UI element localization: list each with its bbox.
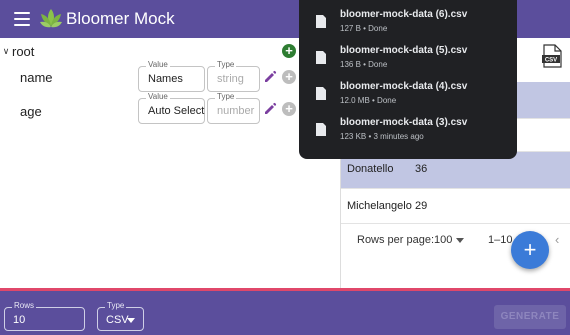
hamburger-menu-icon[interactable] — [14, 12, 30, 26]
bottom-bar: Rows 10 Type CSV GENERATE — [0, 288, 570, 335]
download-item[interactable]: bloomer-mock-data (5).csv 136 B • Done — [299, 40, 517, 76]
file-icon — [316, 51, 326, 64]
table-row: Michelangelo 29 — [341, 189, 570, 225]
caret-down-icon — [127, 318, 135, 323]
download-item[interactable]: bloomer-mock-data (4).csv 12.0 MB • Done — [299, 76, 517, 112]
value-field[interactable]: Value Names — [138, 60, 205, 92]
row-divider — [341, 223, 570, 224]
root-label: root — [12, 43, 35, 59]
add-field-button[interactable]: + — [282, 102, 296, 116]
lotus-logo-icon — [40, 9, 62, 28]
rows-per-page-select[interactable]: 100 — [434, 234, 465, 246]
download-item[interactable]: bloomer-mock-data (3).csv 123 KB • 3 min… — [299, 112, 517, 148]
field-name-label: name — [20, 70, 53, 85]
download-item[interactable]: bloomer-mock-data (6).csv 127 B • Done — [299, 4, 517, 40]
app-title: Bloomer Mock — [66, 9, 175, 28]
age-cell: 29 — [415, 200, 428, 212]
age-cell: 36 — [415, 163, 428, 175]
downloads-panel: bloomer-mock-data (6).csv 127 B • Done b… — [299, 0, 517, 159]
caret-down-icon — [456, 237, 465, 243]
pagination-range: 1–10 — [488, 234, 513, 246]
value-field[interactable]: Value Auto Select — [138, 92, 205, 124]
type-field[interactable]: Type number — [207, 92, 260, 124]
tree-root[interactable]: ∨ root — [0, 43, 35, 59]
csv-file-icon[interactable]: CSV — [541, 44, 563, 68]
rows-field[interactable]: Rows 10 — [4, 301, 85, 331]
add-field-button[interactable]: + — [282, 70, 296, 84]
type-select[interactable]: Type CSV — [97, 301, 144, 331]
svg-text:CSV: CSV — [545, 58, 557, 64]
accent-stripe — [0, 288, 570, 291]
chevron-down-icon[interactable]: ∨ — [0, 46, 12, 57]
file-icon — [316, 15, 326, 28]
file-icon — [316, 123, 326, 136]
type-field[interactable]: Type string — [207, 60, 260, 92]
chevron-left-icon[interactable]: ‹ — [555, 232, 559, 247]
add-field-button[interactable]: + — [282, 44, 296, 58]
rows-per-page-label: Rows per page: — [357, 234, 435, 246]
generate-button[interactable]: GENERATE — [494, 305, 566, 329]
pencil-edit-icon[interactable] — [263, 70, 277, 84]
add-fab-button[interactable]: + — [511, 231, 549, 269]
pencil-edit-icon[interactable] — [263, 102, 277, 116]
name-cell: Donatello — [347, 163, 394, 175]
name-cell: Michelangelo — [347, 200, 412, 212]
file-icon — [316, 87, 326, 100]
field-name-label: age — [20, 104, 42, 119]
